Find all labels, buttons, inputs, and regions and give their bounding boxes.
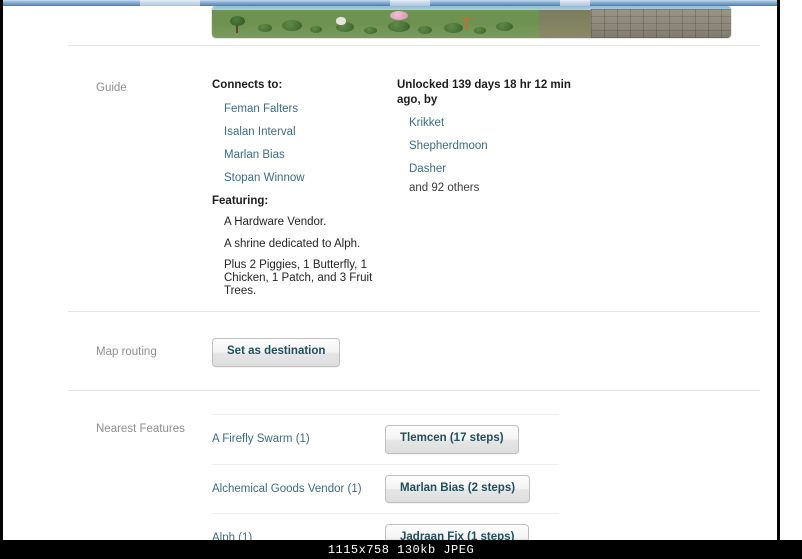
hero-signpost-arm	[461, 17, 472, 20]
list-item: Isalan Interval	[212, 122, 387, 140]
hero-bush	[496, 22, 513, 31]
connects-link-3[interactable]: Stopan Winnow	[224, 172, 305, 184]
list-item: Stopan Winnow	[212, 168, 387, 186]
unlocked-others-count: and 92 others	[409, 182, 480, 195]
goto-destination-button[interactable]: Tlemcen (17 steps)	[385, 425, 519, 454]
connects-link-2[interactable]: Marlan Bias	[224, 149, 285, 161]
connects-to-column: Connects to: Feman Falters Isalan Interv…	[212, 78, 387, 191]
featuring-line-1: A shrine dedicated to Alph.	[224, 237, 361, 250]
connects-link-0[interactable]: Feman Falters	[224, 103, 298, 115]
hero-blossom-tree	[390, 11, 408, 20]
section-divider	[68, 45, 760, 46]
connects-link-1[interactable]: Isalan Interval	[224, 126, 296, 138]
hero-bush	[388, 21, 410, 32]
location-screenshot-strip[interactable]	[212, 6, 731, 38]
guide-section-label: Guide	[96, 82, 127, 94]
connects-to-heading: Connects to:	[212, 79, 283, 91]
table-row: A Firefly Swarm (1) Tlemcen (17 steps)	[212, 414, 559, 464]
hero-bush	[282, 20, 302, 31]
window-outside-right	[780, 0, 802, 559]
unlocked-by-list: Krikket Shepherdmoon Dasher	[397, 113, 597, 177]
list-item: Shepherdmoon	[397, 136, 597, 154]
unlocked-heading: Unlocked 139 days 18 hr 12 min ago, by	[397, 79, 571, 106]
set-as-destination-button[interactable]: Set as destination	[212, 338, 341, 367]
list-item: Marlan Bias	[212, 145, 387, 163]
hero-bush	[310, 26, 322, 33]
feature-link[interactable]: Alchemical Goods Vendor (1)	[212, 483, 362, 495]
list-item: Dasher	[397, 159, 597, 177]
featuring-heading: Featuring:	[212, 195, 269, 207]
list-item: Krikket	[397, 113, 597, 131]
list-item: Feman Falters	[212, 99, 387, 117]
section-divider	[68, 390, 760, 391]
map-routing-section-label: Map routing	[96, 346, 157, 358]
unlocker-link-2[interactable]: Dasher	[409, 163, 446, 175]
feature-link[interactable]: A Firefly Swarm (1)	[212, 433, 310, 445]
feature-name-cell: Alchemical Goods Vendor (1)	[212, 463, 377, 514]
hero-sheep	[336, 17, 346, 25]
image-info-text: 1115x758 130kb JPEG	[327, 542, 475, 557]
hero-bush	[418, 26, 432, 34]
feature-destination-cell: Marlan Bias (2 steps)	[377, 463, 559, 514]
goto-destination-button[interactable]: Marlan Bias (2 steps)	[385, 474, 531, 503]
unlocked-by-column: Unlocked 139 days 18 hr 12 min ago, by K…	[397, 78, 597, 194]
image-status-bar: 1115x758 130kb JPEG	[0, 540, 802, 559]
hero-stone-wall	[590, 9, 731, 38]
table-row: Alchemical Goods Vendor (1) Marlan Bias …	[212, 463, 559, 514]
featuring-line-2: Plus 2 Piggies, 1 Butterfly, 1 Chicken, …	[224, 259, 373, 298]
section-divider	[68, 311, 760, 312]
feature-name-cell: A Firefly Swarm (1)	[212, 414, 377, 464]
unlocker-link-0[interactable]: Krikket	[409, 117, 444, 129]
hero-bush	[444, 23, 463, 33]
hero-dirt-path	[538, 10, 597, 38]
featuring-column: Featuring: A Hardware Vendor. A shrine d…	[212, 194, 397, 298]
nearest-features-section-label: Nearest Features	[96, 423, 185, 435]
hero-bush	[364, 27, 377, 34]
map-routing-actions: Set as destination	[212, 338, 341, 367]
hero-tree-canopy	[230, 16, 245, 26]
nearest-features-table: A Firefly Swarm (1) Tlemcen (17 steps) A…	[212, 414, 559, 559]
feature-destination-cell: Tlemcen (17 steps)	[377, 414, 559, 464]
connects-to-list: Feman Falters Isalan Interval Marlan Bia…	[212, 99, 387, 186]
unlocker-link-1[interactable]: Shepherdmoon	[409, 140, 488, 152]
page-content: Guide Connects to: Feman Falters Isalan …	[3, 6, 777, 559]
hero-bush	[258, 24, 272, 32]
featuring-line-0: A Hardware Vendor.	[224, 215, 327, 228]
hero-bush	[474, 27, 486, 34]
